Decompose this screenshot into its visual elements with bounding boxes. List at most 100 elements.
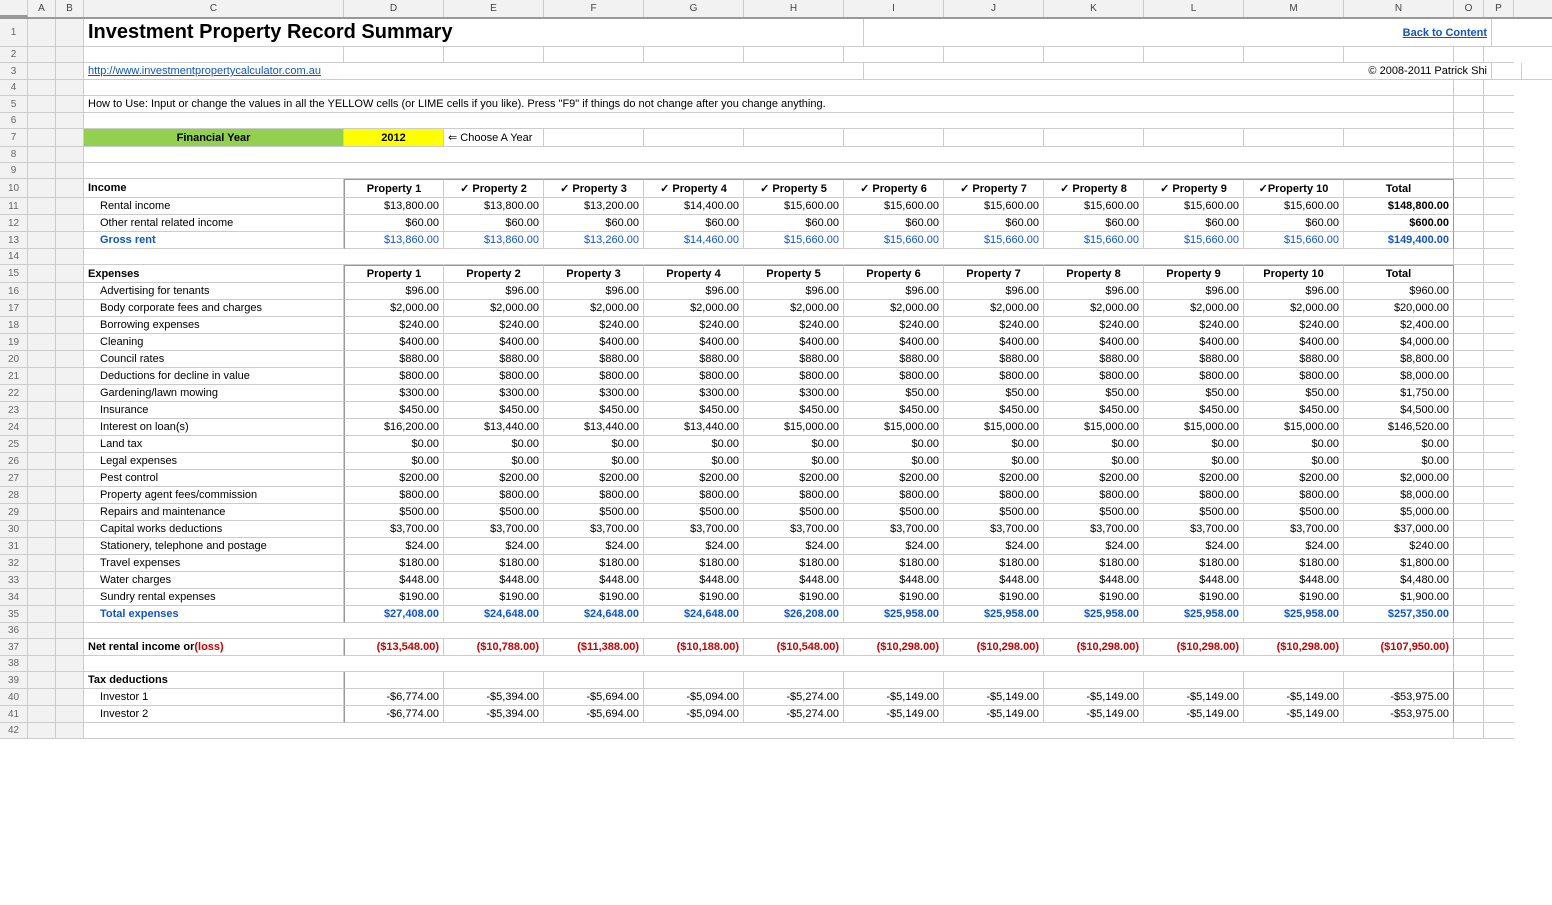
exp-35-v10: $257,350.00 [1344, 606, 1454, 623]
exp-23-v9: $450.00 [1244, 402, 1344, 419]
exp-27-v8: $200.00 [1144, 470, 1244, 487]
exp-20-v2: $880.00 [544, 351, 644, 368]
exp-33-v3: $448.00 [644, 572, 744, 589]
row-19: 19 Cleaning$400.00$400.00$400.00$400.00$… [0, 334, 1552, 351]
exp-21-v9: $800.00 [1244, 368, 1344, 385]
exp-18-v10: $2,400.00 [1344, 317, 1454, 334]
row-num-23: 23 [0, 402, 28, 419]
exp-row-label-18: Borrowing expenses [84, 317, 344, 334]
exp-27-v5: $200.00 [844, 470, 944, 487]
exp-18-v6: $240.00 [944, 317, 1044, 334]
exp-34-v8: $190.00 [1144, 589, 1244, 606]
exp-22-v4: $300.00 [744, 385, 844, 402]
exp-16-v5: $96.00 [844, 283, 944, 300]
howto-text: How to Use: Input or change the values i… [84, 96, 1454, 113]
exp-17-v6: $2,000.00 [944, 300, 1044, 317]
exp-19-v10: $4,000.00 [1344, 334, 1454, 351]
exp-row-label-19: Cleaning [84, 334, 344, 351]
row-num-6: 6 [0, 113, 28, 129]
exp-23-v10: $4,500.00 [1344, 402, 1454, 419]
net-p8: ($10,298.00) [1044, 639, 1144, 656]
exp-27-v10: $2,000.00 [1344, 470, 1454, 487]
copyright-area: © 2008-2011 Patrick Shi [864, 63, 1492, 80]
exp-22-v5: $50.00 [844, 385, 944, 402]
row-1: 1 Investment Property Record Summary Bac… [0, 19, 1552, 47]
row-30: 30 Capital works deductions$3,700.00$3,7… [0, 521, 1552, 538]
exp-26-v8: $0.00 [1144, 453, 1244, 470]
exp-30-v7: $3,700.00 [1044, 521, 1144, 538]
back-link[interactable]: Back to Content [1403, 27, 1487, 39]
exp-28-v8: $800.00 [1144, 487, 1244, 504]
exp-21-v1: $800.00 [444, 368, 544, 385]
col-b-1 [56, 19, 84, 47]
row-9: 9 [0, 163, 1552, 179]
exp-32-v1: $180.00 [444, 555, 544, 572]
exp-25-v1: $0.00 [444, 436, 544, 453]
row-num-13: 13 [0, 232, 28, 249]
exp-33-v7: $448.00 [1044, 572, 1144, 589]
exp-29-v10: $5,000.00 [1344, 504, 1454, 521]
exp-20-v7: $880.00 [1044, 351, 1144, 368]
back-to-content-area: Back to Content [864, 19, 1492, 47]
net-rental-loss-text: (loss) [194, 641, 223, 653]
exp-17-v7: $2,000.00 [1044, 300, 1144, 317]
exp-29-v0: $500.00 [344, 504, 444, 521]
row-num-29: 29 [0, 504, 28, 521]
exp-29-v1: $500.00 [444, 504, 544, 521]
exp-34-v0: $190.00 [344, 589, 444, 606]
row-num-40: 40 [0, 689, 28, 706]
row-13: 13 Gross rent $13,860.00 $13,860.00 $13,… [0, 232, 1552, 249]
income-prop5-header: ✓ Property 5 [744, 179, 844, 198]
col-a-1 [28, 19, 56, 47]
row-num-17: 17 [0, 300, 28, 317]
exp-24-v1: $13,440.00 [444, 419, 544, 436]
row-10: 10 Income Property 1 ✓ Property 2 ✓ Prop… [0, 179, 1552, 198]
row-num-16: 16 [0, 283, 28, 300]
exp-26-v4: $0.00 [744, 453, 844, 470]
row-39: 39 Tax deductions [0, 672, 1552, 689]
row-6: 6 [0, 113, 1552, 129]
exp-35-v9: $25,958.00 [1244, 606, 1344, 623]
exp-33-v8: $448.00 [1144, 572, 1244, 589]
website-url[interactable]: http://www.investmentpropertycalculator.… [88, 65, 321, 77]
exp-29-v3: $500.00 [644, 504, 744, 521]
exp-19-v6: $400.00 [944, 334, 1044, 351]
exp-23-v1: $450.00 [444, 402, 544, 419]
exp-row-label-29: Repairs and maintenance [84, 504, 344, 521]
financial-year-value[interactable]: 2012 [344, 129, 444, 147]
net-p3: ($11,388.00) [544, 639, 644, 656]
rental-p9: $15,600.00 [1144, 198, 1244, 215]
exp-25-v8: $0.00 [1144, 436, 1244, 453]
exp-22-v8: $50.00 [1144, 385, 1244, 402]
exp-19-v4: $400.00 [744, 334, 844, 351]
gross-rent-label: Gross rent [84, 232, 344, 249]
row-29: 29 Repairs and maintenance$500.00$500.00… [0, 504, 1552, 521]
exp-row-label-35: Total expenses [84, 606, 344, 623]
exp-17-v0: $2,000.00 [344, 300, 444, 317]
exp-31-v2: $24.00 [544, 538, 644, 555]
net-p5: ($10,548.00) [744, 639, 844, 656]
income-prop9-header: ✓ Property 9 [1144, 179, 1244, 198]
exp-20-v6: $880.00 [944, 351, 1044, 368]
exp-24-v0: $16,200.00 [344, 419, 444, 436]
exp-28-v3: $800.00 [644, 487, 744, 504]
exp-28-v9: $800.00 [1244, 487, 1344, 504]
exp-18-v7: $240.00 [1044, 317, 1144, 334]
row-11: 11 Rental income $13,800.00 $13,800.00 $… [0, 198, 1552, 215]
exp-35-v6: $25,958.00 [944, 606, 1044, 623]
exp-24-v2: $13,440.00 [544, 419, 644, 436]
exp-18-v5: $240.00 [844, 317, 944, 334]
exp-row-label-17: Body corporate fees and charges [84, 300, 344, 317]
exp-23-v7: $450.00 [1044, 402, 1144, 419]
exp-prop1-header: Property 1 [344, 265, 444, 283]
row-17: 17 Body corporate fees and charges$2,000… [0, 300, 1552, 317]
row-num-19: 19 [0, 334, 28, 351]
row-38: 38 [0, 656, 1552, 672]
exp-20-v0: $880.00 [344, 351, 444, 368]
exp-17-v4: $2,000.00 [744, 300, 844, 317]
row-num-10: 10 [0, 179, 28, 198]
exp-32-v2: $180.00 [544, 555, 644, 572]
exp-31-v3: $24.00 [644, 538, 744, 555]
income-prop1-header: Property 1 [344, 179, 444, 198]
exp-31-v10: $240.00 [1344, 538, 1454, 555]
